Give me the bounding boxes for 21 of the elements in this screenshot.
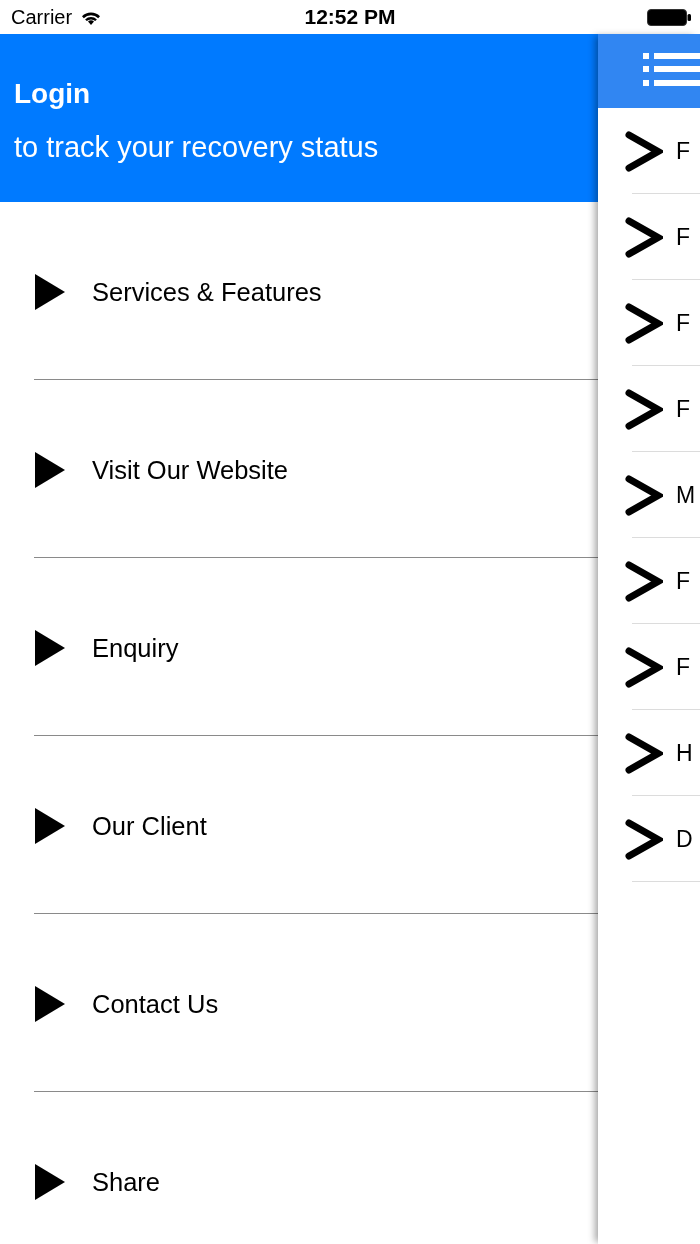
chevron-right-icon (625, 474, 663, 516)
header-subtitle: to track your recovery status (14, 130, 379, 164)
chevron-right-icon (625, 388, 663, 430)
chevron-right-icon (625, 560, 663, 602)
triangle-right-icon (35, 274, 65, 310)
triangle-right-icon (35, 452, 65, 488)
triangle-right-icon (35, 808, 65, 844)
list-icon[interactable] (643, 53, 700, 86)
time-label: 12:52 PM (304, 5, 396, 29)
triangle-right-icon (35, 630, 65, 666)
battery-icon (647, 8, 691, 26)
login-title[interactable]: Login (14, 78, 91, 110)
triangle-right-icon (35, 986, 65, 1022)
chevron-right-icon (625, 216, 663, 258)
chevron-right-icon (625, 130, 663, 172)
chevron-right-icon (625, 646, 663, 688)
triangle-right-icon (35, 1164, 65, 1200)
chevron-right-icon (625, 732, 663, 774)
chevron-right-icon (625, 302, 663, 344)
chevron-right-icon (625, 818, 663, 860)
carrier-label: Carrier (11, 5, 73, 29)
